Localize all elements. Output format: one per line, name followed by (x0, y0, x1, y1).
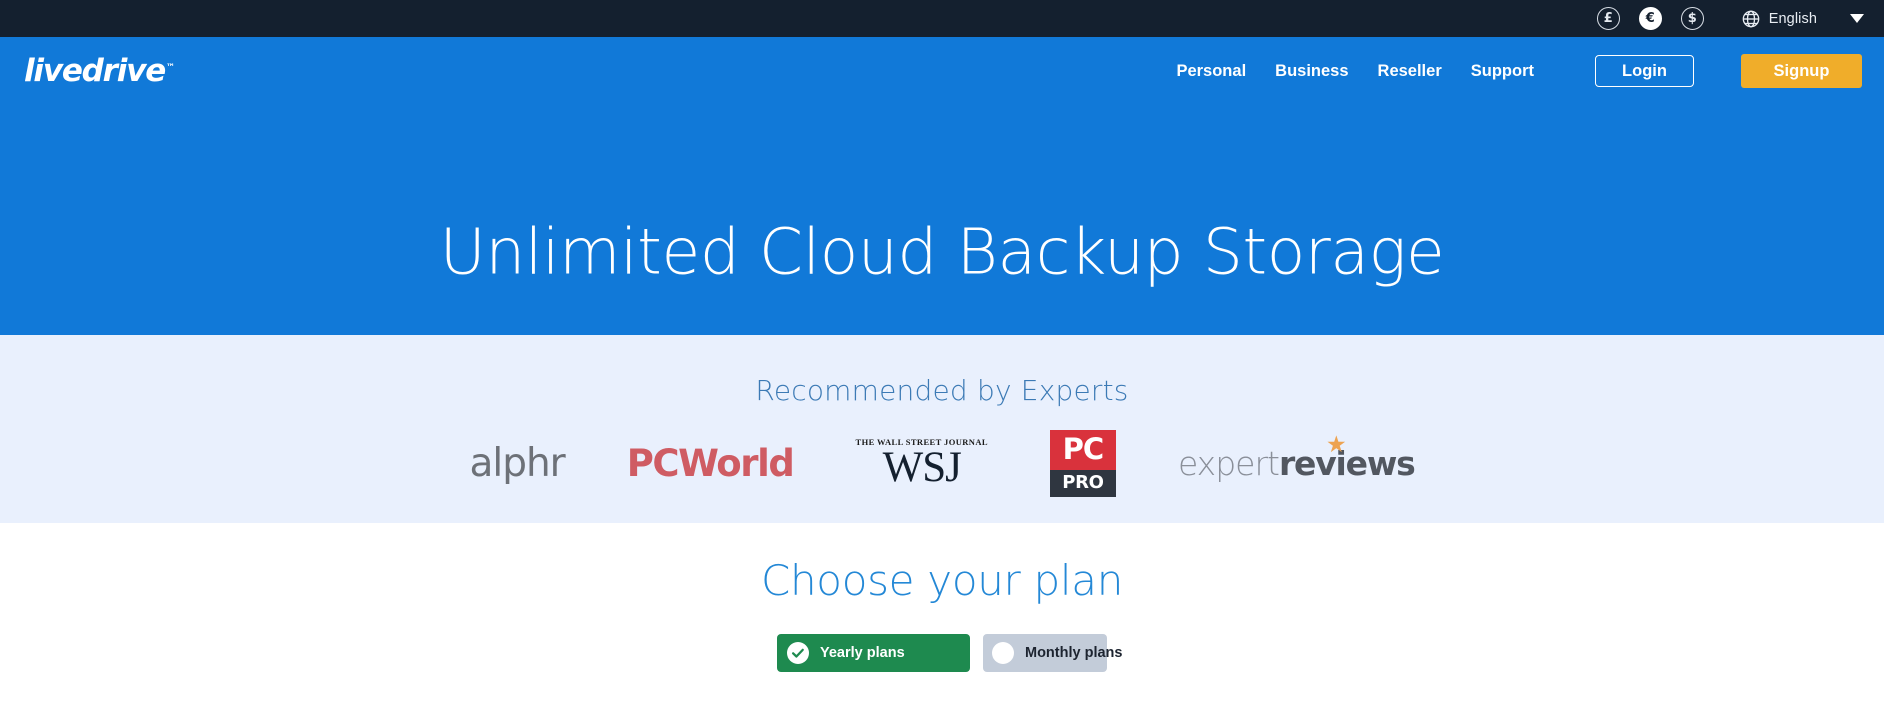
page-title: Unlimited Cloud Backup Storage (439, 215, 1445, 289)
recommended-by-experts-section: Recommended by Experts alphr PCWorld THE… (0, 335, 1884, 523)
monthly-plans-label: Monthly plans (1025, 645, 1123, 661)
livedrive-logo[interactable]: livedrive™ (24, 53, 175, 89)
signup-button[interactable]: Signup (1741, 54, 1862, 88)
nav-item-reseller[interactable]: Reseller (1378, 62, 1442, 81)
yearly-plans-toggle[interactable]: Yearly plans (777, 634, 970, 672)
wsj-logo-text: WSJ (882, 444, 962, 492)
currency-dollar-icon[interactable]: $ (1680, 7, 1704, 30)
currency-euro-icon[interactable]: € (1638, 7, 1662, 30)
billing-period-toggle: Yearly plans Monthly plans (777, 634, 1122, 672)
alphr-logo: alphr (469, 433, 565, 493)
pcpro-top-text: PC (1049, 429, 1116, 470)
expert-reviews-bold-text: reviews (1278, 443, 1416, 483)
pcpro-logo: PC PRO (1049, 429, 1116, 497)
language-selector[interactable]: English (1741, 9, 1817, 29)
experts-heading: Recommended by Experts (755, 374, 1129, 407)
monthly-plans-toggle[interactable]: Monthly plans (983, 634, 1122, 672)
login-button[interactable]: Login (1595, 55, 1694, 87)
expert-reviews-light-text: expert (1177, 443, 1280, 483)
trademark-mark: ™ (166, 62, 176, 73)
language-label: English (1768, 10, 1817, 27)
pcworld-logo-text: PCWorld (626, 441, 795, 485)
chevron-down-icon[interactable] (1850, 14, 1864, 23)
plans-heading: Choose your plan (760, 556, 1124, 605)
nav-item-business[interactable]: Business (1275, 62, 1348, 81)
currency-pound-icon[interactable]: £ (1596, 7, 1620, 30)
top-utility-bar: £ € $ English (0, 0, 1884, 37)
star-icon: ★ (1325, 430, 1347, 457)
choose-plan-section: Choose your plan Yearly plans Monthly pl… (0, 523, 1884, 672)
empty-circle-icon (992, 642, 1014, 664)
nav-item-support[interactable]: Support (1471, 62, 1534, 81)
press-logos-row: alphr PCWorld THE WALL STREET JOURNAL WS… (469, 429, 1416, 497)
hero-section: livedrive™ Personal Business Reseller Su… (0, 37, 1884, 335)
globe-icon (1741, 9, 1761, 29)
nav-item-personal[interactable]: Personal (1176, 62, 1246, 81)
currency-selector[interactable]: £ € $ (1596, 7, 1704, 30)
check-circle-icon (787, 642, 809, 664)
nav-links: Personal Business Reseller Support Login… (1176, 54, 1862, 88)
alphr-logo-text: alphr (469, 440, 565, 486)
wsj-logo: THE WALL STREET JOURNAL WSJ (856, 433, 988, 493)
yearly-plans-label: Yearly plans (820, 645, 905, 661)
pcworld-logo: PCWorld (626, 433, 795, 493)
expert-reviews-logo: expert reviews ★ (1177, 430, 1416, 493)
main-navigation-bar: livedrive™ Personal Business Reseller Su… (0, 37, 1884, 105)
pcpro-bottom-text: PRO (1049, 469, 1116, 497)
logo-text: livedrive (24, 53, 166, 89)
